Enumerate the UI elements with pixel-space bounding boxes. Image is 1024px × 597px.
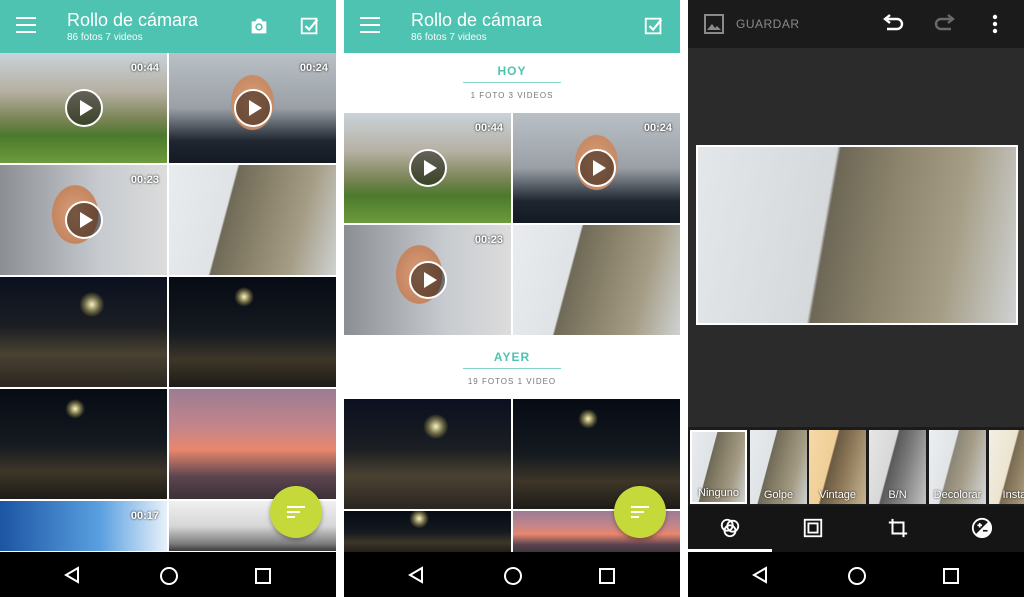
gallery-icon[interactable] — [702, 12, 726, 36]
video-duration: 00:24 — [643, 122, 672, 134]
photo-thumbnail[interactable] — [0, 389, 167, 499]
app-bar: Rollo de cámara 86 fotos 7 videos — [344, 0, 680, 53]
play-icon[interactable] — [233, 89, 272, 127]
filter-label: B/N — [888, 489, 907, 501]
nav-back-icon[interactable] — [752, 566, 768, 584]
video-duration: 00:17 — [130, 510, 159, 522]
nav-back-icon[interactable] — [64, 566, 80, 584]
media-count: 86 fotos 7 videos — [67, 32, 143, 43]
checkbox-icon[interactable] — [643, 15, 665, 37]
redo-icon[interactable] — [933, 13, 957, 35]
filters-icon[interactable] — [719, 517, 741, 539]
section-divider — [463, 82, 561, 83]
section-title: AYER — [493, 350, 531, 364]
gallery-grid-screen: Rollo de cámara 86 fotos 7 videos 00:44 … — [0, 0, 336, 597]
app-bar: Rollo de cámara 86 fotos 7 videos — [0, 0, 336, 53]
photo-thumbnail[interactable] — [169, 165, 336, 275]
section-divider — [463, 368, 561, 369]
filter-option-vintage[interactable]: Vintage — [809, 430, 866, 504]
play-icon[interactable] — [64, 89, 103, 127]
filter-option-ninguno[interactable]: Ninguno — [690, 430, 747, 504]
nav-home-icon[interactable] — [504, 567, 522, 585]
photo-preview — [696, 145, 1018, 325]
filter-option-instant[interactable]: Instan — [989, 430, 1024, 504]
video-duration: 00:44 — [130, 62, 159, 74]
menu-icon[interactable] — [360, 17, 380, 35]
undo-icon[interactable] — [881, 13, 905, 35]
photo-editor-screen: GUARDAR Ninguno Golpe Vintage B/N Decolo… — [688, 0, 1024, 597]
date-section-header: HOY 1 FOTO 3 VIDEOS — [344, 64, 680, 100]
video-thumbnail[interactable]: 00:23 — [0, 165, 167, 275]
nav-recents-icon[interactable] — [943, 568, 959, 584]
nav-home-icon[interactable] — [160, 567, 178, 585]
system-nav-bar — [688, 552, 1024, 597]
editor-toolbar: GUARDAR — [688, 0, 1024, 48]
section-count: 19 FOTOS 1 VIDEO — [467, 377, 557, 386]
system-nav-bar — [0, 552, 336, 597]
exposure-icon[interactable] — [971, 517, 993, 539]
nav-back-icon[interactable] — [408, 566, 424, 584]
video-thumbnail[interactable]: 00:17 — [0, 501, 167, 551]
video-thumbnail[interactable]: 00:44 — [344, 113, 511, 223]
nav-recents-icon[interactable] — [255, 568, 271, 584]
sort-fab-button[interactable] — [270, 486, 322, 538]
frame-icon[interactable] — [802, 517, 824, 539]
video-duration: 00:23 — [130, 174, 159, 186]
filter-strip: Ninguno Golpe Vintage B/N Decolorar Inst… — [688, 427, 1024, 506]
video-duration: 00:24 — [299, 62, 328, 74]
nav-home-icon[interactable] — [848, 567, 866, 585]
save-button[interactable]: GUARDAR — [736, 17, 800, 31]
video-duration: 00:23 — [474, 234, 503, 246]
filter-option-decolorar[interactable]: Decolorar — [929, 430, 986, 504]
filter-option-bn[interactable]: B/N — [869, 430, 926, 504]
filter-option-golpe[interactable]: Golpe — [750, 430, 807, 504]
nav-recents-icon[interactable] — [599, 568, 615, 584]
photo-thumbnail[interactable] — [513, 225, 680, 335]
photo-thumbnail[interactable] — [169, 389, 336, 499]
filter-label: Golpe — [763, 489, 794, 501]
menu-icon[interactable] — [16, 17, 36, 35]
editor-tools-bar — [688, 506, 1024, 552]
camera-icon[interactable] — [248, 15, 270, 37]
gallery-timeline-screen: Rollo de cámara 86 fotos 7 videos HOY 1 … — [344, 0, 680, 597]
section-count: 1 FOTO 3 VIDEOS — [470, 91, 554, 100]
filter-label: Vintage — [818, 489, 857, 501]
page-title: Rollo de cámara — [67, 10, 199, 30]
play-icon[interactable] — [577, 149, 616, 187]
play-icon[interactable] — [408, 149, 447, 187]
sort-fab-button[interactable] — [614, 486, 666, 538]
filter-label: Ninguno — [698, 487, 739, 499]
date-section-header: AYER 19 FOTOS 1 VIDEO — [344, 350, 680, 386]
video-thumbnail[interactable]: 00:24 — [513, 113, 680, 223]
filter-label: Instan — [1002, 489, 1024, 501]
system-nav-bar — [344, 552, 680, 597]
media-count: 86 fotos 7 videos — [411, 32, 487, 43]
photo-thumbnail[interactable] — [344, 399, 511, 509]
crop-icon[interactable] — [887, 517, 909, 539]
photo-thumbnail[interactable] — [0, 277, 167, 387]
section-title: HOY — [497, 64, 527, 78]
video-thumbnail[interactable]: 00:44 — [0, 53, 167, 163]
play-icon[interactable] — [408, 261, 447, 299]
video-thumbnail[interactable]: 00:23 — [344, 225, 511, 335]
filter-label: Decolorar — [933, 489, 982, 501]
page-title: Rollo de cámara — [411, 10, 543, 30]
video-duration: 00:44 — [474, 122, 503, 134]
photo-thumbnail[interactable] — [344, 511, 511, 553]
video-thumbnail[interactable]: 00:24 — [169, 53, 336, 163]
photo-thumbnail[interactable] — [169, 277, 336, 387]
more-vert-icon[interactable] — [992, 14, 998, 34]
checkbox-icon[interactable] — [299, 15, 321, 37]
play-icon[interactable] — [64, 201, 103, 239]
